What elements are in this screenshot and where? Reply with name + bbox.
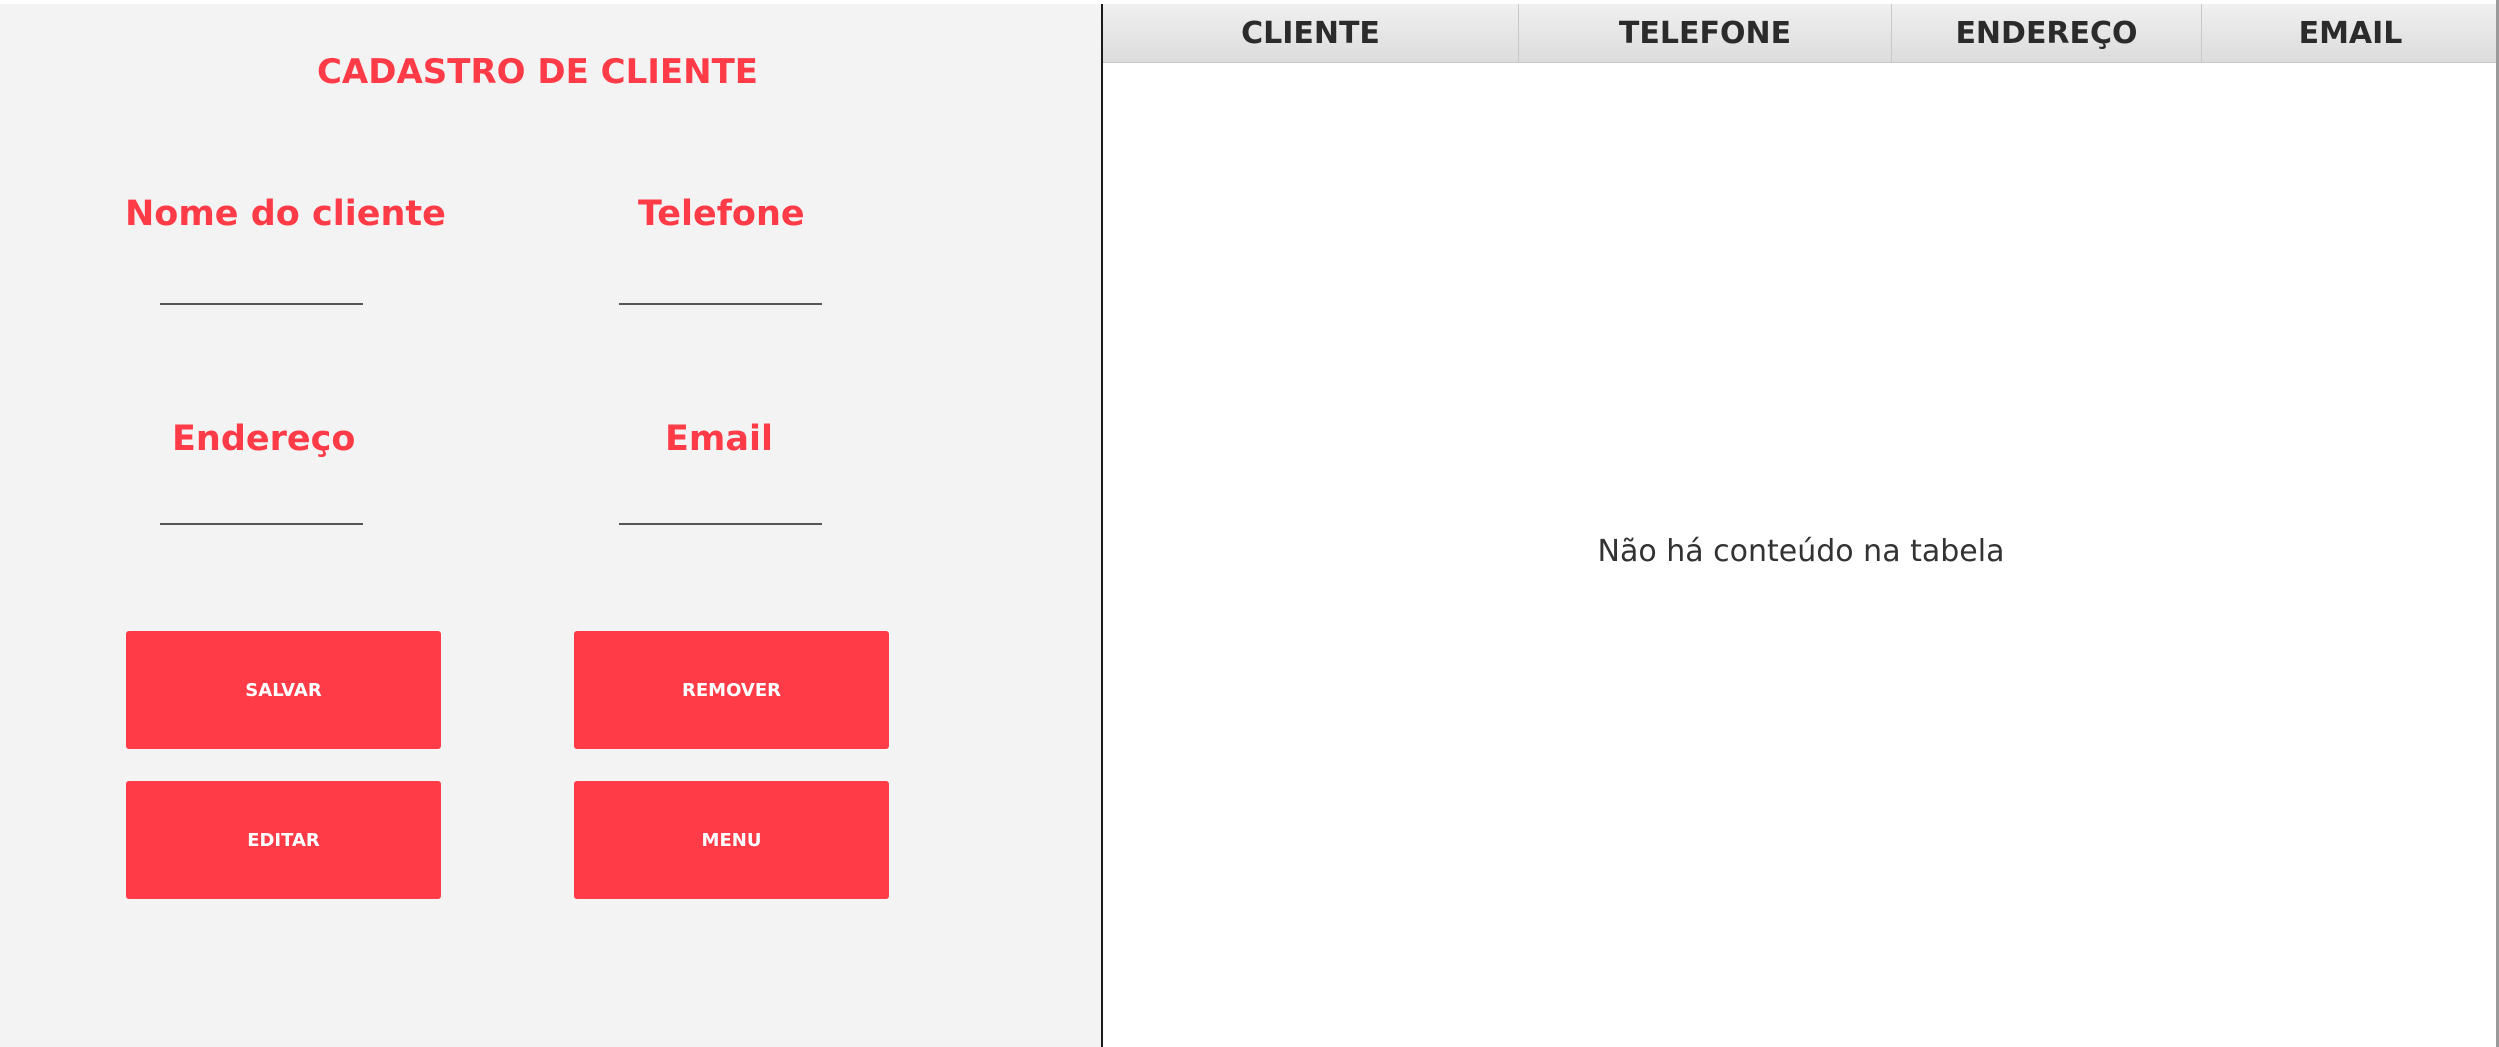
endereco-input[interactable]	[160, 487, 363, 525]
remover-button[interactable]: REMOVER	[574, 631, 889, 749]
column-header-cliente[interactable]: CLIENTE	[1103, 4, 1519, 62]
email-input[interactable]	[619, 487, 822, 525]
salvar-button[interactable]: SALVAR	[126, 631, 441, 749]
editar-button[interactable]: EDITAR	[126, 781, 441, 899]
telefone-label: Telefone	[638, 194, 805, 234]
table-empty-message: Não há conteúdo na tabela	[1597, 534, 2005, 569]
telefone-input[interactable]	[619, 267, 822, 305]
form-title: CADASTRO DE CLIENTE	[316, 52, 759, 92]
menu-button[interactable]: MENU	[574, 781, 889, 899]
column-header-email[interactable]: EMAIL	[2202, 4, 2499, 62]
nome-input[interactable]	[160, 267, 363, 305]
email-label: Email	[665, 419, 773, 459]
nome-label: Nome do cliente	[125, 194, 446, 234]
clients-table[interactable]: CLIENTE TELEFONE ENDEREÇO EMAIL Não há c…	[1103, 4, 2499, 1047]
client-form-panel: CADASTRO DE CLIENTE Nome do cliente Tele…	[0, 4, 1101, 1047]
column-header-endereco[interactable]: ENDEREÇO	[1892, 4, 2202, 62]
column-header-telefone[interactable]: TELEFONE	[1519, 4, 1892, 62]
table-header: CLIENTE TELEFONE ENDEREÇO EMAIL	[1103, 4, 2499, 63]
endereco-label: Endereço	[172, 419, 356, 459]
